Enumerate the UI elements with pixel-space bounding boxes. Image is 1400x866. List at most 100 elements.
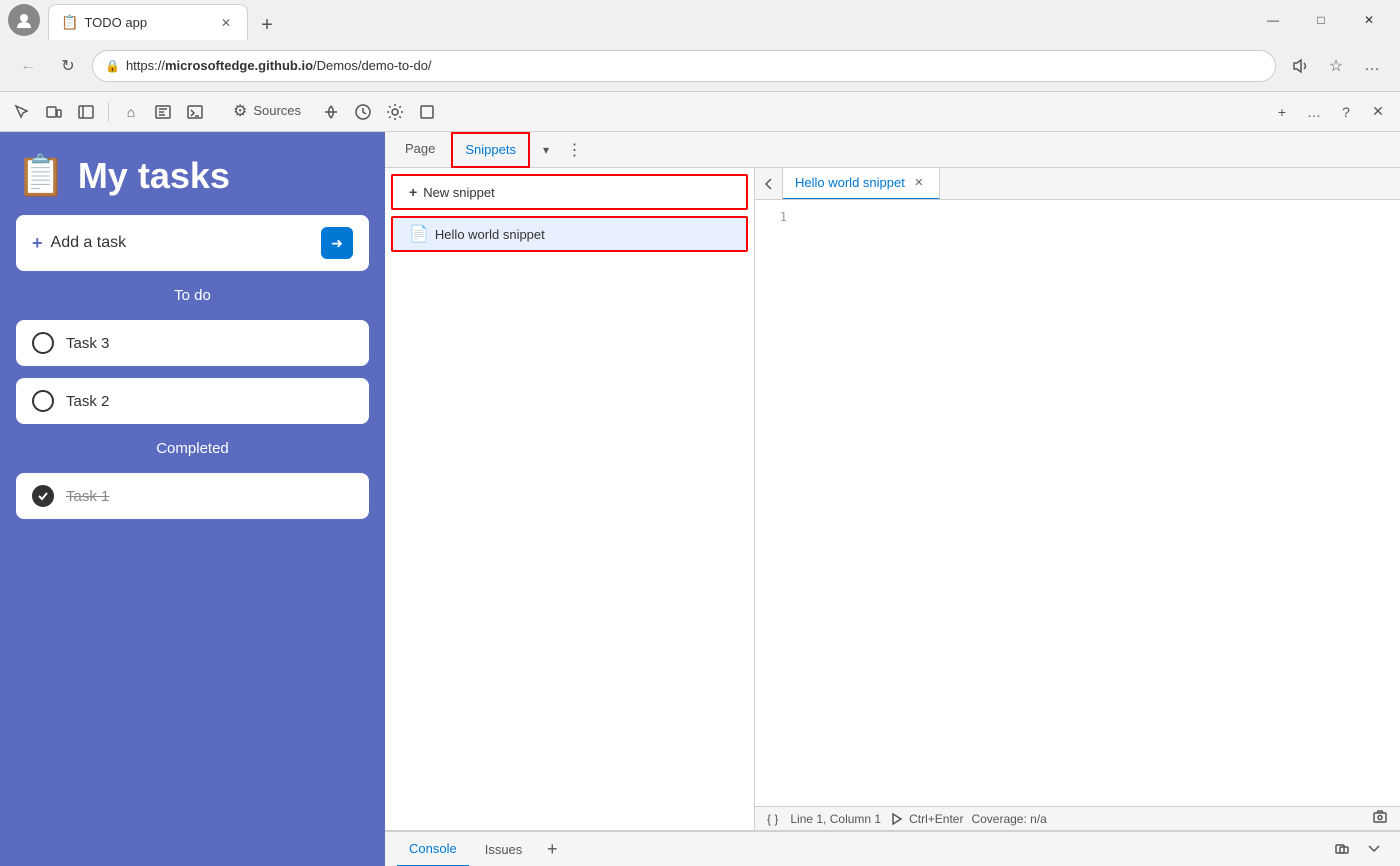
minimize-button[interactable]: —	[1250, 4, 1296, 36]
bottom-bar: Console Issues +	[385, 830, 1400, 866]
editor-area: Hello world snippet ✕ 1 { }	[755, 168, 1400, 830]
active-tab[interactable]: 📋 TODO app ✕	[48, 4, 248, 40]
user-avatar	[8, 4, 40, 36]
more-button[interactable]: …	[1356, 50, 1388, 82]
add-bottom-tab-button[interactable]: +	[538, 835, 566, 863]
browser-tabs: 📋 TODO app ✕ +	[48, 0, 1250, 40]
read-aloud-button[interactable]	[1284, 50, 1316, 82]
console-button[interactable]	[181, 98, 209, 126]
device-emulation-button[interactable]	[40, 98, 68, 126]
task-text-task2: Task 2	[66, 393, 109, 410]
todo-app-title: My tasks	[78, 155, 230, 197]
task-item-task3[interactable]: Task 3	[16, 320, 369, 366]
code-editor[interactable]: 1	[755, 200, 1400, 806]
task-checkbox-task1[interactable]	[32, 485, 54, 507]
window-controls-left	[8, 4, 40, 36]
sources-subtoolbar: Page Snippets ▾ ⋮	[385, 132, 1400, 168]
application-icon[interactable]	[413, 98, 441, 126]
task-text-task3: Task 3	[66, 335, 109, 352]
address-right-controls: ☆ …	[1284, 50, 1388, 82]
sources-more-button[interactable]: ⋮	[562, 138, 586, 162]
add-panel-button[interactable]: +	[1268, 98, 1296, 126]
tab-title-text: TODO app	[84, 15, 211, 30]
tab-close-button[interactable]: ✕	[217, 14, 235, 32]
todo-app-icon: 📋	[16, 152, 66, 199]
refresh-button[interactable]: ↻	[52, 50, 84, 82]
todo-section-label: To do	[16, 287, 369, 304]
lock-icon: 🔒	[105, 59, 120, 73]
new-snippet-label: New snippet	[423, 185, 495, 200]
completed-section-label: Completed	[16, 440, 369, 457]
run-snippet-control: Ctrl+Enter	[889, 811, 963, 827]
code-content[interactable]	[795, 200, 1400, 806]
sources-dropdown-button[interactable]: ▾	[534, 138, 558, 162]
address-bar: ← ↻ 🔒 https://microsoftedge.github.io/De…	[0, 40, 1400, 92]
editor-tab-label: Hello world snippet	[795, 175, 905, 190]
coverage-label: Coverage: n/a	[971, 812, 1046, 826]
line-number-1: 1	[755, 208, 787, 226]
devtools-tab-sources[interactable]: ⚙ Sources	[221, 92, 313, 132]
devtools-close-button[interactable]: ✕	[1364, 98, 1392, 126]
toolbar-separator-1	[108, 102, 109, 122]
sources-snippets-tab[interactable]: Snippets	[451, 132, 530, 168]
settings-icon[interactable]	[381, 98, 409, 126]
task-text-task1: Task 1	[66, 488, 109, 505]
url-bar[interactable]: 🔒 https://microsoftedge.github.io/Demos/…	[92, 50, 1276, 82]
format-button[interactable]: { }	[767, 812, 778, 826]
tab-favicon: 📋	[61, 14, 78, 31]
elements-button[interactable]	[149, 98, 177, 126]
add-task-arrow-icon: ➜	[321, 227, 353, 259]
sources-panel: Page Snippets ▾ ⋮ + New snippet	[385, 132, 1400, 830]
add-task-plus-icon: +	[32, 233, 43, 254]
sources-tab-label: Sources	[253, 103, 301, 118]
maximize-button[interactable]: □	[1298, 4, 1344, 36]
sidebar-toggle-button[interactable]	[72, 98, 100, 126]
new-snippet-plus-icon: +	[409, 184, 417, 200]
todo-header: 📋 My tasks	[16, 152, 369, 199]
run-shortcut-label: Ctrl+Enter	[909, 812, 963, 826]
snippet-item-label: Hello world snippet	[435, 227, 545, 242]
todo-app: 📋 My tasks + Add a task ➜ To do Task 3 T…	[0, 132, 385, 866]
run-icon[interactable]	[889, 811, 905, 827]
task-item-task1[interactable]: Task 1	[16, 473, 369, 519]
task-checkbox-task3[interactable]	[32, 332, 54, 354]
editor-tab-close-button[interactable]: ✕	[911, 175, 927, 191]
home-button[interactable]: ⌂	[117, 98, 145, 126]
devtools-panel: Page Snippets ▾ ⋮ + New snippet	[385, 132, 1400, 866]
cursor-position: Line 1, Column 1	[790, 812, 881, 826]
devtools-toolbar-right: + … ? ✕	[1268, 98, 1392, 126]
bottom-right-controls	[1328, 835, 1388, 863]
new-snippet-button[interactable]: + New snippet	[391, 174, 748, 210]
editor-tabs: Hello world snippet ✕	[755, 168, 1400, 200]
screenshot-button[interactable]	[1372, 809, 1388, 828]
sources-body: + New snippet 📄 Hello world snippet	[385, 168, 1400, 830]
network-icon[interactable]	[317, 98, 345, 126]
add-task-label: Add a task	[51, 234, 313, 252]
task-item-task2[interactable]: Task 2	[16, 378, 369, 424]
add-task-button[interactable]: + Add a task ➜	[16, 215, 369, 271]
new-tab-button[interactable]: +	[252, 10, 282, 40]
snippet-item-hello-world[interactable]: 📄 Hello world snippet	[391, 216, 748, 252]
back-button[interactable]: ←	[12, 50, 44, 82]
performance-icon[interactable]	[349, 98, 377, 126]
title-bar: 📋 TODO app ✕ + — □ ✕	[0, 0, 1400, 40]
task-checkbox-task2[interactable]	[32, 390, 54, 412]
devtools-toolbar: ⌂ ⚙ Sources + … ? ✕	[0, 92, 1400, 132]
sources-page-tab[interactable]: Page	[393, 132, 447, 168]
favorites-button[interactable]: ☆	[1320, 50, 1352, 82]
editor-tab-back-button[interactable]	[755, 168, 783, 200]
main-content: 📋 My tasks + Add a task ➜ To do Task 3 T…	[0, 132, 1400, 866]
bottom-right-btn-1[interactable]	[1328, 835, 1356, 863]
devtools-main-tabs: ⚙ Sources	[221, 92, 313, 132]
editor-tab-hello-world[interactable]: Hello world snippet ✕	[783, 168, 940, 200]
help-button[interactable]: ?	[1332, 98, 1360, 126]
close-button[interactable]: ✕	[1346, 4, 1392, 36]
inspect-element-button[interactable]	[8, 98, 36, 126]
status-bar: { } Line 1, Column 1 Ctrl+Enter Coverage…	[755, 806, 1400, 830]
issues-bottom-tab[interactable]: Issues	[473, 831, 535, 866]
line-numbers: 1	[755, 200, 795, 806]
console-bottom-tab[interactable]: Console	[397, 831, 469, 866]
bottom-right-btn-2[interactable]	[1360, 835, 1388, 863]
snippet-file-icon: 📄	[409, 224, 429, 244]
more-tools-button[interactable]: …	[1300, 98, 1328, 126]
